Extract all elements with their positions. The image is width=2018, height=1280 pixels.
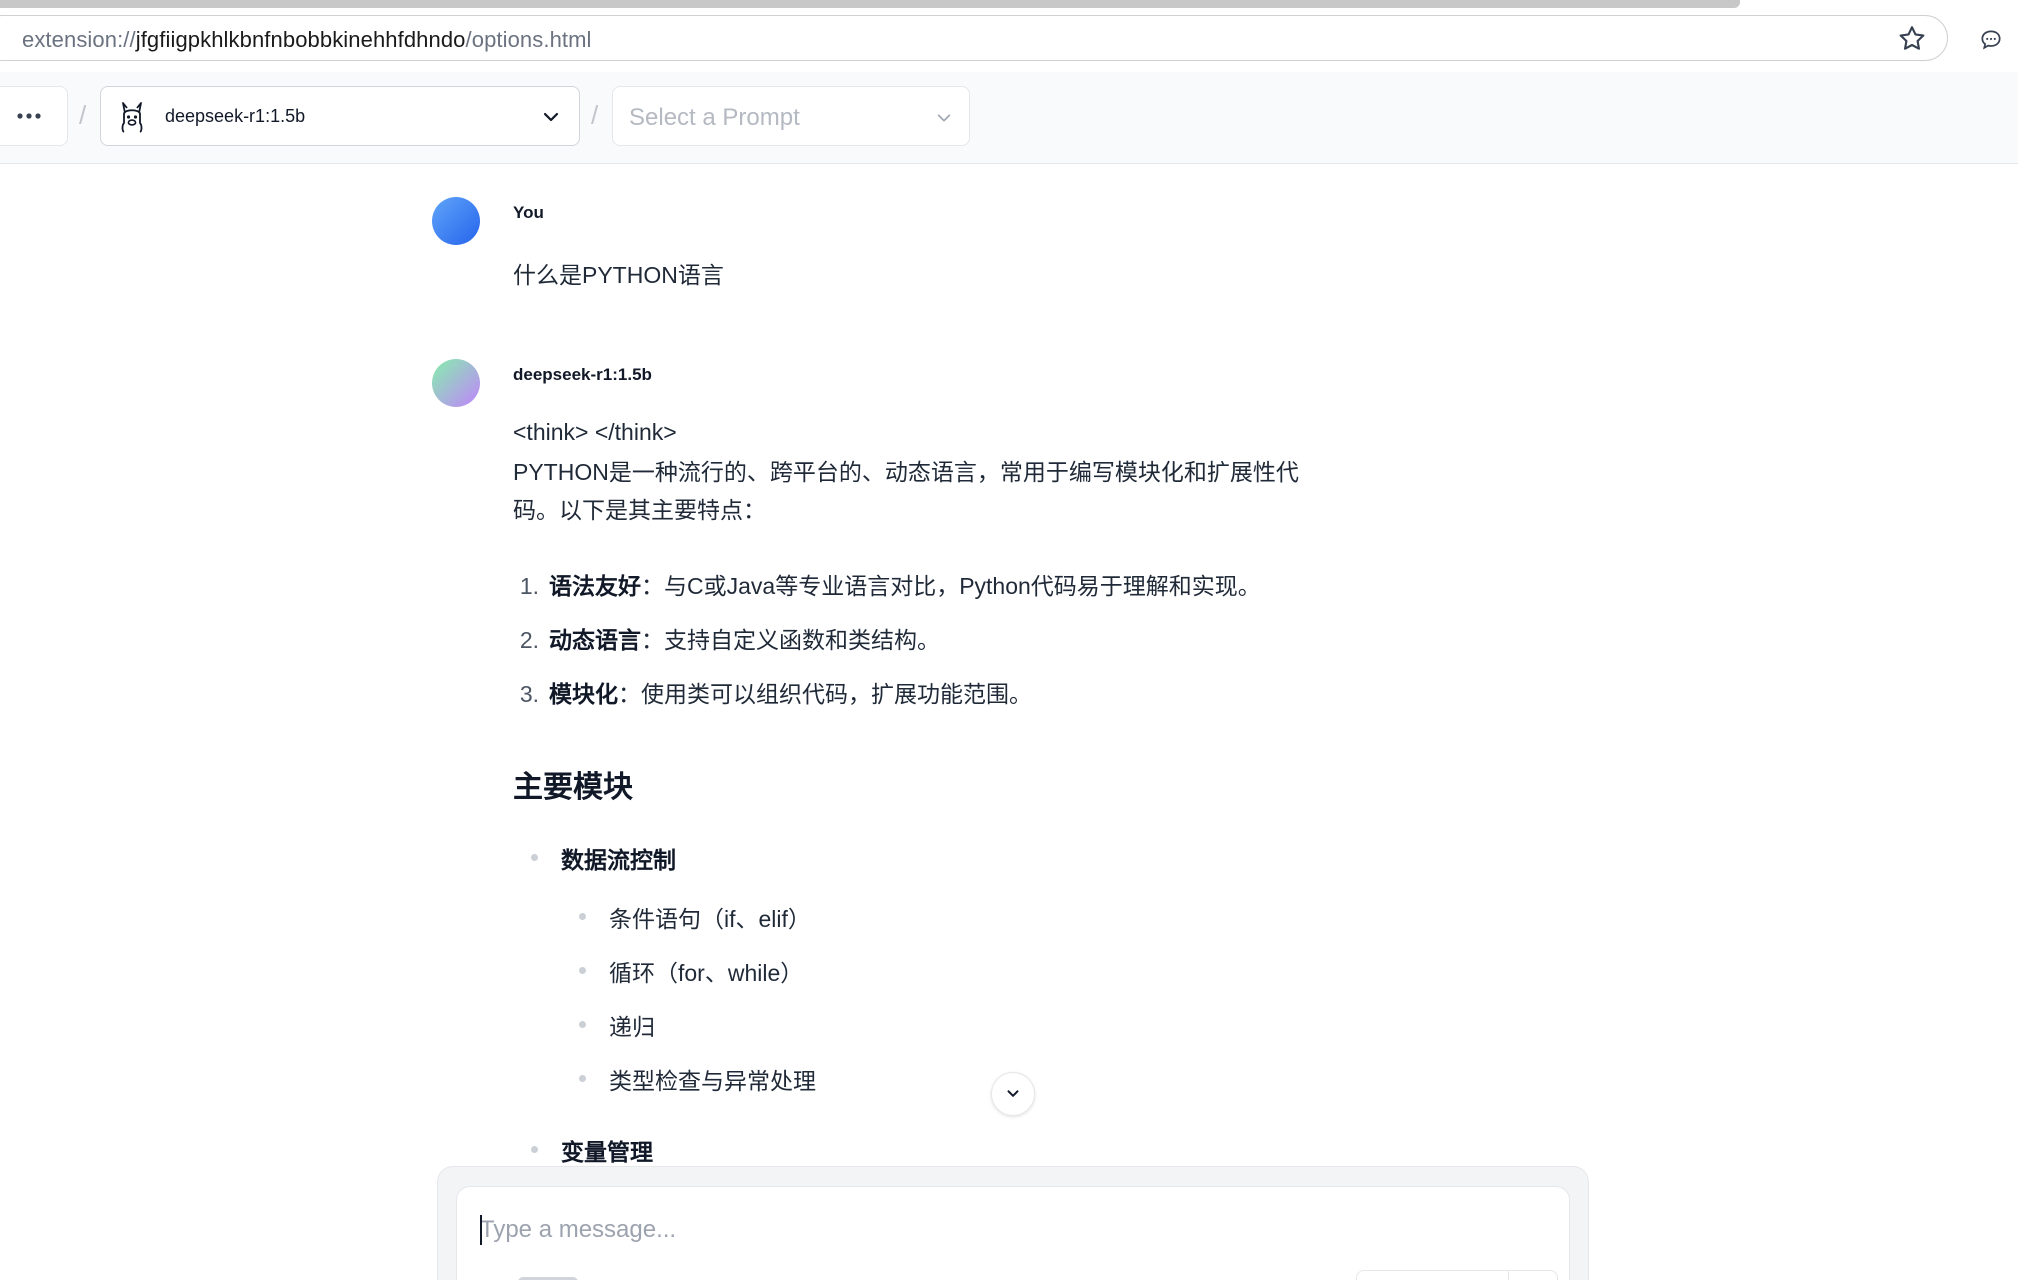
bullet-dot: [579, 1021, 586, 1028]
llama-icon: [121, 102, 143, 133]
star-icon[interactable]: [1896, 23, 1928, 55]
prompt-placeholder: Select a Prompt: [629, 104, 800, 131]
chat-bubble-icon[interactable]: [1978, 27, 2004, 53]
app-window: extension://jfgfiigpkhlkbnfnbobbkinehhfd…: [0, 0, 2018, 1280]
list-item: 2. 动态语言：支持自定义函数和类结构。: [519, 627, 940, 653]
bullet-dot: [579, 913, 586, 920]
list-item: 条件语句（if、elif）: [609, 906, 811, 932]
ellipsis-icon: [17, 113, 41, 119]
bullet-dot: [531, 1146, 538, 1153]
bullet-dot: [531, 854, 538, 861]
user-avatar: [432, 197, 480, 245]
list-item: 1. 语法友好：与C或Java等专业语言对比，Python代码易于理解和实现。: [519, 573, 1261, 599]
list-item: 循环（for、while）: [609, 960, 804, 986]
message-sender: You: [513, 203, 544, 222]
url-path: /options.html: [465, 27, 592, 52]
url-text[interactable]: extension://jfgfiigpkhlkbnfnbobbkinehhfd…: [22, 27, 592, 53]
list-item: 递归: [609, 1014, 655, 1040]
message-input[interactable]: [480, 1210, 1540, 1250]
more-options-button[interactable]: [0, 86, 68, 146]
list-item: 变量管理: [561, 1139, 653, 1165]
text-caret: [480, 1215, 482, 1245]
bullet-dot: [579, 967, 586, 974]
think-tag: <think> </think>: [513, 419, 677, 445]
breadcrumb-separator: /: [79, 100, 87, 130]
answer-intro: PYTHON是一种流行的、跨平台的、动态语言，常用于编写模块化和扩展性代码。以下…: [513, 459, 1299, 523]
chevron-down-icon: [937, 114, 951, 122]
list-item: 数据流控制: [561, 847, 676, 873]
assistant-avatar: [432, 359, 480, 407]
chevron-down-icon: [1007, 1090, 1019, 1097]
scroll-to-bottom-button[interactable]: [991, 1072, 1035, 1116]
bullet-dot: [579, 1075, 586, 1082]
chevron-down-icon: [543, 112, 559, 122]
list-item: 3. 模块化：使用类可以组织代码，扩展功能范围。: [519, 681, 1032, 707]
url-host: jfgfiigpkhlkbnfnbobbkinehhfdhndo: [135, 27, 466, 52]
send-button-divider: [1508, 1270, 1509, 1280]
user-message-text: 什么是PYTHON语言: [513, 262, 724, 288]
model-name: deepseek-r1:1.5b: [165, 106, 306, 126]
send-button[interactable]: [1356, 1270, 1558, 1280]
tab-scrollbar[interactable]: [0, 0, 1740, 8]
model-selector[interactable]: deepseek-r1:1.5b: [100, 86, 580, 146]
list-item: 类型检查与异常处理: [609, 1068, 816, 1094]
url-scheme: extension://: [22, 27, 136, 52]
message-sender: deepseek-r1:1.5b: [513, 365, 652, 384]
section-heading: 主要模块: [513, 771, 633, 804]
breadcrumb-separator: /: [591, 100, 599, 130]
prompt-selector[interactable]: Select a Prompt: [612, 86, 970, 146]
